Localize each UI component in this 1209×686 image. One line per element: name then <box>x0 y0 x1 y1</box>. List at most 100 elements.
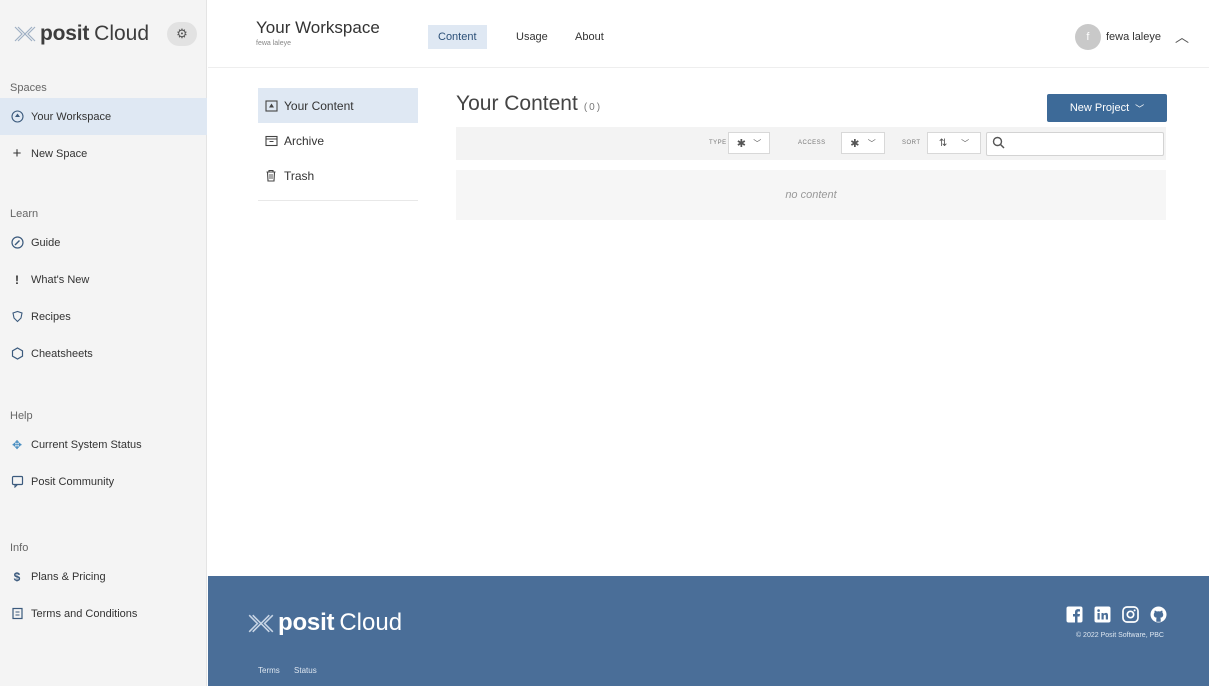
document-icon <box>10 607 24 621</box>
upload-circle-icon <box>10 110 24 124</box>
footer-brand-cloud-text: Cloud <box>339 609 403 636</box>
access-filter-label: ACCESS <box>798 140 826 146</box>
chevron-down-icon: ﹀ <box>1135 103 1145 114</box>
content-nav: Your Content Archive Trash <box>258 88 418 193</box>
footer-brand-posit-text: posit <box>278 609 335 636</box>
content-nav-label: Archive <box>284 133 325 148</box>
content-nav-label: Your Content <box>284 98 354 113</box>
sidebar-heading: Info <box>10 542 29 554</box>
sidebar-item-label: Plans & Pricing <box>31 570 106 583</box>
posit-logo-icon <box>248 614 274 632</box>
sort-filter-label: SORT <box>902 140 921 146</box>
access-filter-select[interactable]: ✱ ﹀ <box>841 132 885 154</box>
sidebar-item-label: Cheatsheets <box>31 347 93 360</box>
empty-content-panel: no content <box>456 170 1166 220</box>
tab-usage[interactable]: Usage <box>506 25 558 49</box>
sidebar-item-label: Current System Status <box>31 438 142 451</box>
footer: posit Cloud Terms Status © 2022 Posit So… <box>208 576 1209 686</box>
workspace-header: Your Workspace fewa laleye Content Usage… <box>208 0 1209 68</box>
sidebar-section-help: Help ✥ Current System Status Posit Commu… <box>0 406 207 500</box>
chevron-down-icon: ﹀ <box>961 138 970 148</box>
type-filter-value: ✱ <box>736 137 746 150</box>
footer-links: Terms Status <box>258 666 329 675</box>
sidebar-heading: Learn <box>10 208 39 220</box>
tab-content[interactable]: Content <box>428 25 487 49</box>
content-count: (0) <box>583 102 603 113</box>
plus-icon: + <box>12 145 22 162</box>
chevron-down-icon: ﹀ <box>867 138 876 148</box>
new-project-label: New Project <box>1069 102 1130 114</box>
workspace-title: Your Workspace <box>256 18 380 37</box>
type-filter-select[interactable]: ✱ ﹀ <box>728 132 770 154</box>
trash-icon <box>264 169 278 183</box>
instagram-icon[interactable] <box>1121 605 1139 623</box>
sort-filter-select[interactable]: ⇅ ﹀ <box>927 132 981 154</box>
linkedin-icon[interactable] <box>1093 605 1111 623</box>
avatar: f <box>1074 24 1101 50</box>
sidebar-item-whats-new[interactable]: ! What's New <box>0 261 207 298</box>
sidebar-heading: Spaces <box>10 82 47 94</box>
content-nav-label: Trash <box>284 168 315 183</box>
chat-icon <box>10 475 24 489</box>
shield-icon <box>10 310 24 324</box>
social-links <box>1065 605 1167 623</box>
brand-posit-text: posit <box>40 22 90 45</box>
workspace-owner: fewa laleye <box>256 40 292 47</box>
sidebar-item-new-space[interactable]: + New Space <box>0 135 207 172</box>
facebook-icon[interactable] <box>1065 605 1083 623</box>
sidebar-item-label: New Space <box>31 147 88 160</box>
content-icon <box>264 99 278 113</box>
sidebar-item-label: Your Workspace <box>31 110 112 123</box>
user-menu[interactable]: f fewa laleye ︿ <box>1074 24 1189 50</box>
archive-icon <box>264 134 278 148</box>
sidebar-item-terms[interactable]: Terms and Conditions <box>0 595 207 632</box>
sidebar-heading: Help <box>10 410 33 422</box>
search-icon <box>992 136 1005 149</box>
content-nav-archive[interactable]: Archive <box>258 123 418 158</box>
content-nav-trash[interactable]: Trash <box>258 158 418 193</box>
access-filter-value: ✱ <box>850 137 860 150</box>
sidebar-item-guide[interactable]: Guide <box>0 224 207 261</box>
sidebar: posit Cloud ⚙ Spaces Your Workspace + Ne… <box>0 0 207 686</box>
search-input[interactable] <box>986 132 1164 156</box>
footer-link-status[interactable]: Status <box>294 666 317 675</box>
sort-order-icon: ⇅ <box>938 137 948 149</box>
sidebar-section-info: Info $ Plans & Pricing Terms and Conditi… <box>0 538 207 632</box>
empty-content-text: no content <box>785 189 837 201</box>
sidebar-item-system-status[interactable]: ✥ Current System Status <box>0 426 207 463</box>
brand-cloud-text: Cloud <box>94 22 150 45</box>
content-title: Your Content (0) <box>456 92 602 116</box>
gear-icon: ⚙ <box>176 26 188 41</box>
tab-about[interactable]: About <box>565 25 614 49</box>
sidebar-item-posit-community[interactable]: Posit Community <box>0 463 207 500</box>
status-icon: ✥ <box>11 437 23 452</box>
dollar-icon: $ <box>13 569 21 584</box>
sidebar-item-label: What's New <box>31 273 90 286</box>
footer-brand-logo[interactable]: posit Cloud <box>248 609 402 637</box>
sidebar-toggle-button[interactable]: ⚙ <box>167 22 197 46</box>
new-project-button[interactable]: New Project ﹀ <box>1047 94 1167 122</box>
sidebar-item-your-workspace[interactable]: Your Workspace <box>0 98 207 135</box>
footer-link-terms[interactable]: Terms <box>258 666 280 675</box>
chevron-down-icon: ﹀ <box>753 138 762 148</box>
chevron-up-icon[interactable]: ︿ <box>1175 27 1189 47</box>
posit-logo-icon <box>14 26 36 42</box>
sidebar-section-learn: Learn Guide ! What's New Recipes Cheatsh… <box>0 204 207 372</box>
sidebar-item-label: Guide <box>31 236 61 249</box>
hexagon-icon <box>10 347 24 361</box>
type-filter-label: TYPE <box>709 140 727 146</box>
sidebar-item-plans-pricing[interactable]: $ Plans & Pricing <box>0 558 207 595</box>
sidebar-item-recipes[interactable]: Recipes <box>0 298 207 335</box>
sidebar-item-cheatsheets[interactable]: Cheatsheets <box>0 335 207 372</box>
github-icon[interactable] <box>1149 605 1167 623</box>
content-nav-your-content[interactable]: Your Content <box>258 88 418 123</box>
content-title-text: Your Content <box>456 92 578 115</box>
content-nav-divider <box>258 200 418 201</box>
compass-icon <box>10 236 24 250</box>
sidebar-item-label: Terms and Conditions <box>31 607 138 620</box>
copyright-text: © 2022 Posit Software, PBC <box>1075 632 1164 639</box>
sidebar-item-label: Recipes <box>31 310 71 323</box>
exclamation-icon: ! <box>15 272 19 287</box>
user-name: fewa laleye <box>1105 31 1161 43</box>
sidebar-item-label: Posit Community <box>31 475 115 488</box>
